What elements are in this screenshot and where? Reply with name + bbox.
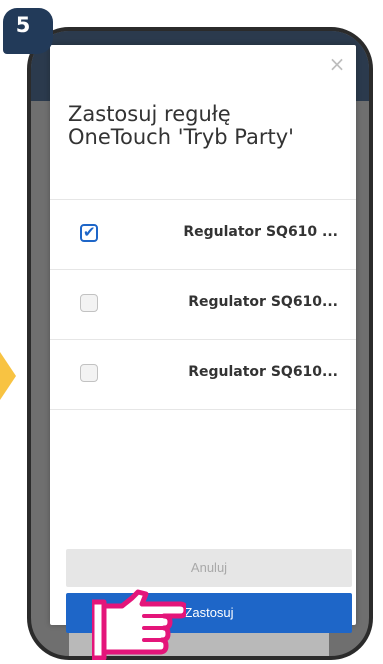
device-checkbox-3[interactable] — [80, 364, 98, 382]
device-label-3: Regulator SQ610... — [188, 364, 338, 380]
dialog-title-line-2: OneTouch 'Tryb Party' — [68, 125, 294, 149]
apply-rule-dialog: × Zastosuj regułę OneTouch 'Tryb Party' … — [50, 45, 356, 633]
device-row-3[interactable]: Regulator SQ610... — [50, 340, 356, 410]
device-row-1[interactable]: ✔ Regulator SQ610 ... — [50, 200, 356, 270]
device-label-2: Regulator SQ610... — [188, 294, 338, 310]
hand-pointer-icon — [92, 589, 186, 660]
step-number: 5 — [15, 13, 31, 37]
close-icon[interactable]: × — [326, 53, 348, 75]
device-list: ✔ Regulator SQ610 ... Regulator SQ610...… — [50, 199, 356, 410]
step-badge: 5 — [3, 8, 53, 54]
device-checkbox-2[interactable] — [80, 294, 98, 312]
device-checkbox-1[interactable]: ✔ — [80, 223, 98, 242]
cancel-button[interactable]: Anuluj — [66, 549, 352, 587]
side-arrow — [0, 352, 16, 400]
device-label-1: Regulator SQ610 ... — [183, 224, 338, 240]
dialog-title-line-1: Zastosuj regułę — [68, 102, 231, 126]
phone-frame: × Zastosuj regułę OneTouch 'Tryb Party' … — [27, 27, 373, 660]
check-icon: ✔ — [83, 223, 96, 241]
device-row-2[interactable]: Regulator SQ610... — [50, 270, 356, 340]
dialog-title: Zastosuj regułę OneTouch 'Tryb Party' — [68, 103, 338, 149]
